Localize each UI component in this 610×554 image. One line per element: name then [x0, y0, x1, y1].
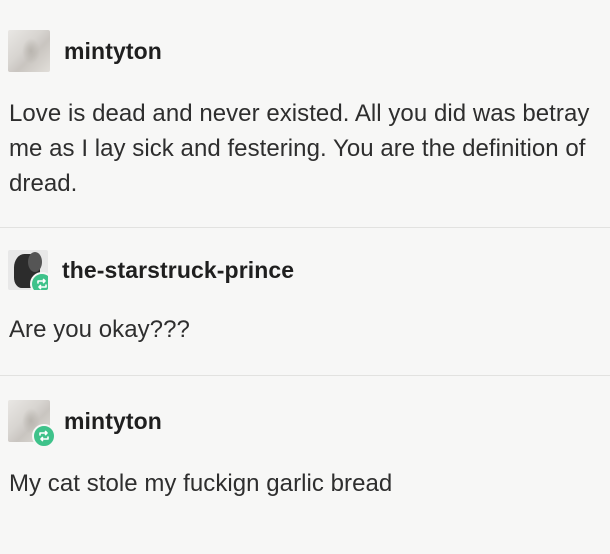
post-thread: mintyton Love is dead and never existed.… [0, 0, 610, 554]
post-header: mintyton [8, 30, 162, 72]
avatar[interactable] [8, 30, 50, 72]
avatar[interactable] [8, 400, 56, 448]
post-header: mintyton [8, 400, 162, 448]
post: mintyton Love is dead and never existed.… [0, 0, 610, 228]
post: the-starstruck-prince Are you okay??? [0, 228, 610, 376]
username-link[interactable]: mintyton [64, 408, 162, 435]
post-text: Are you okay??? [9, 316, 190, 343]
avatar-figure [28, 252, 42, 272]
reblog-icon [30, 272, 48, 290]
post-header: the-starstruck-prince [8, 250, 294, 290]
post: mintyton My cat stole my fuckign garlic … [0, 376, 610, 554]
reblog-icon [32, 424, 56, 448]
avatar[interactable] [8, 250, 48, 290]
username-link[interactable]: the-starstruck-prince [62, 257, 294, 284]
username-link[interactable]: mintyton [64, 38, 162, 65]
post-text: Love is dead and never existed. All you … [9, 100, 590, 197]
post-text: My cat stole my fuckign garlic bread [9, 470, 393, 497]
